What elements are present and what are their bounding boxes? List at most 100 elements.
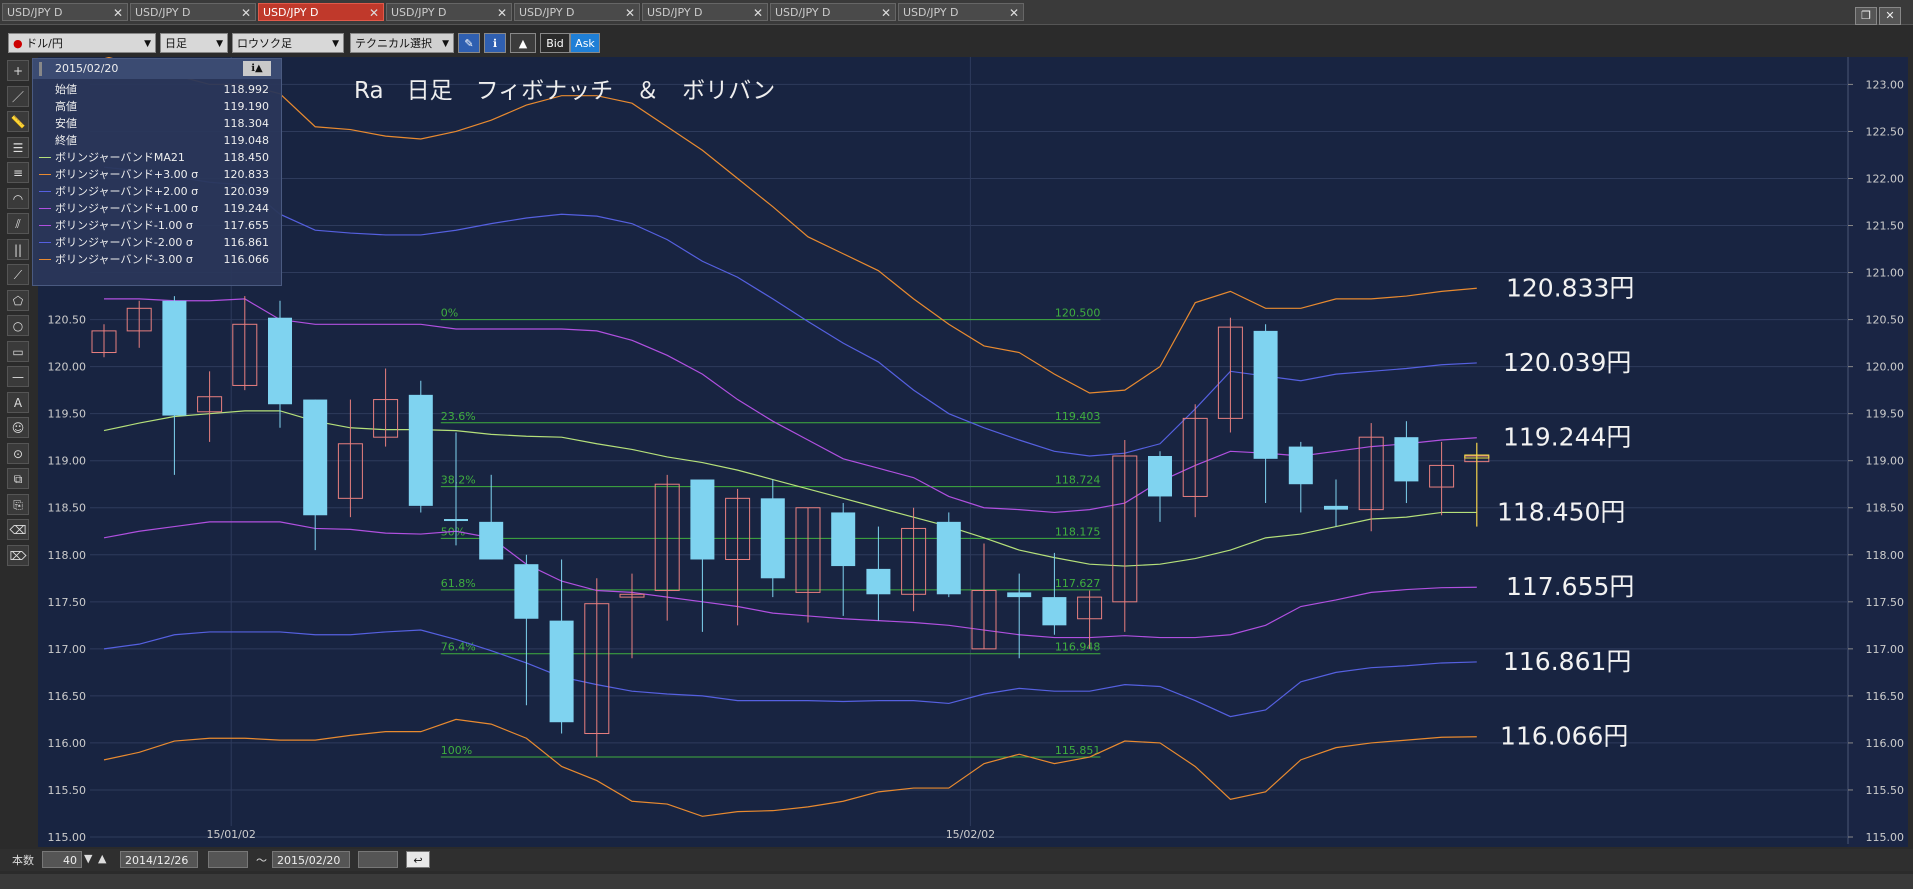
close-tab-icon[interactable]: ✕ [881,4,891,22]
rectangle-tool-icon[interactable]: ▭ [7,340,29,362]
tab-4[interactable]: USD/JPY D ✕ [386,3,512,21]
mountain-chart-button[interactable]: ▲ [510,33,536,53]
candle-body [690,479,715,560]
info-label: ボリンジャーバンド+3.00 σ [55,168,199,181]
fibonacci-percent-label: 76.4% [441,641,476,654]
paste-tool-icon[interactable]: ⎘ [7,493,29,515]
close-tab-icon[interactable]: ✕ [113,4,123,22]
eraser-tool-icon[interactable]: ⌫ [7,519,29,540]
timeframe-select[interactable]: 日足 ▼ [160,33,228,53]
hline-tool-icon[interactable]: ☰ [7,136,29,158]
pen-button[interactable]: ✎ [458,33,480,53]
count-up-icon[interactable]: ▲ [98,852,106,865]
range-tilde: 〜 [256,854,267,867]
close-tab-icon[interactable]: ✕ [497,4,507,22]
erase-all-tool-icon[interactable]: ⌦ [7,544,29,566]
date-to-input[interactable]: 2015/02/20 [272,851,350,868]
flag-icon: ● [13,37,23,50]
chart-area[interactable]: 123.00 122.50 122.00 121.50 121.00 120.50 120.… [38,55,1908,847]
count-input[interactable]: 40 [42,851,82,868]
ask-button[interactable]: Ask [570,33,600,53]
tab-3[interactable]: USD/JPY D ✕ [258,3,384,21]
pitchfork-tool-icon[interactable]: ⫽ [7,213,29,234]
y-tick-label: 117.50 [1866,596,1905,609]
vline-tool-icon[interactable]: || [7,238,29,260]
count-down-icon[interactable]: ▼ [84,852,92,865]
tab-5[interactable]: USD/JPY D ✕ [514,3,640,21]
close-tab-icon[interactable]: ✕ [369,4,379,22]
chevron-down-icon: ▼ [144,39,151,49]
tab-2[interactable]: USD/JPY D ✕ [130,3,256,21]
refresh-button[interactable]: ↩ [406,851,430,868]
text-tool-icon[interactable]: A [7,391,29,413]
tab-bar: USD/JPY D ✕ USD/JPY D ✕ USD/JPY D ✕ USD/JPY D ✕… [0,0,1913,25]
info-row: ボリンジャーバンド-3.00 σ 116.066 [33,251,281,268]
line-tool-icon[interactable]: — [7,366,29,387]
info-button[interactable]: ℹ [484,33,506,53]
restore-icon[interactable]: ❐ [1855,7,1877,25]
copy-tool-icon[interactable]: ⧉ [7,468,29,489]
chart-type-select[interactable]: ロウソク足 ▼ [232,33,344,53]
info-label: 高値 [55,100,77,113]
tab-label: USD/JPY D [135,6,191,19]
time-from-input[interactable] [208,851,248,868]
close-tab-icon[interactable]: ✕ [1009,4,1019,22]
band-value-label: 116.066円 [1500,722,1628,751]
date-from-input[interactable]: 2014/12/26 [120,851,198,868]
currency-pair-select[interactable]: ● ドル/円 ▼ [8,33,156,53]
chart-type-label: ロウソク足 [237,37,292,50]
tab-1[interactable]: USD/JPY D ✕ [2,3,128,21]
candle-body [1324,505,1348,510]
bid-button[interactable]: Bid [540,33,570,53]
close-icon[interactable]: ✕ [1879,7,1901,25]
channel-tool-icon[interactable]: ≡ [7,162,29,183]
tab-8[interactable]: USD/JPY D ✕ [898,3,1024,21]
info-label: ボリンジャーバンドMA21 [55,151,185,164]
icon-tool-icon[interactable]: ☺ [7,417,29,438]
candlestick-chart[interactable]: 123.00 122.50 122.00 121.50 121.00 120.50 120.… [38,55,1908,847]
fibonacci-price-label: 118.724 [1055,474,1101,487]
candle-body [760,498,785,579]
crosshair-tool-icon[interactable]: + [7,60,29,81]
trendline-tool-icon[interactable]: ／ [7,85,29,107]
ohlc-info-panel: 2015/02/20 ℹ▲ 始値 118.992 高値 119.190 安値 118.30… [32,58,282,286]
tab-6[interactable]: USD/JPY D ✕ [642,3,768,21]
drawing-tools: + ／ 📏 ☰ ≡ ◠ ⫽ || ⟋ ⬠ ○ ▭ — A ☺ ⊙ ⧉ ⎘ ⌫ ⌦ [4,60,34,840]
magnet-tool-icon[interactable]: ⊙ [7,442,29,464]
info-date: 2015/02/20 [55,62,119,75]
gann-tool-icon[interactable]: ⟋ [7,264,29,285]
chevron-down-icon: ▼ [216,39,223,49]
info-value: 118.992 [223,83,270,96]
close-tab-icon[interactable]: ✕ [753,4,763,22]
drag-handle[interactable] [39,62,42,76]
fibonacci-price-label: 118.175 [1055,525,1101,538]
circle-tool-icon[interactable]: ○ [7,315,29,336]
y-tick-label: 122.00 [1866,172,1905,185]
info-label: ボリンジャーバンド+2.00 σ [55,185,199,198]
close-tab-icon[interactable]: ✕ [241,4,251,22]
info-row: 高値 119.190 [33,98,281,115]
info-toggle-button[interactable]: ℹ▲ [243,61,271,76]
band-value-label: 116.861円 [1503,647,1631,676]
candle-body [303,399,328,516]
info-row: 安値 118.304 [33,115,281,132]
time-to-input[interactable] [358,851,398,868]
info-value: 118.450 [223,151,270,164]
window-controls: ❐ ✕ [1853,4,1901,25]
info-value: 120.833 [223,168,270,181]
technical-select[interactable]: テクニカル選択 ▼ [350,33,454,53]
pentagon-tool-icon[interactable]: ⬠ [7,289,29,311]
fibonacci-percent-label: 38.2% [441,474,476,487]
tab-label: USD/JPY D [263,6,319,19]
info-row: 終値 119.048 [33,132,281,149]
tab-label: USD/JPY D [391,6,447,19]
x-tick-label: 15/02/02 [946,828,995,841]
fan-tool-icon[interactable]: ◠ [7,187,29,209]
candle-body [444,519,468,522]
tab-7[interactable]: USD/JPY D ✕ [770,3,896,21]
ruler-tool-icon[interactable]: 📏 [7,111,29,132]
close-tab-icon[interactable]: ✕ [625,4,635,22]
info-label: ボリンジャーバンド-1.00 σ [55,219,193,232]
series-swatch [39,157,51,158]
info-label: ボリンジャーバンド-3.00 σ [55,253,193,266]
